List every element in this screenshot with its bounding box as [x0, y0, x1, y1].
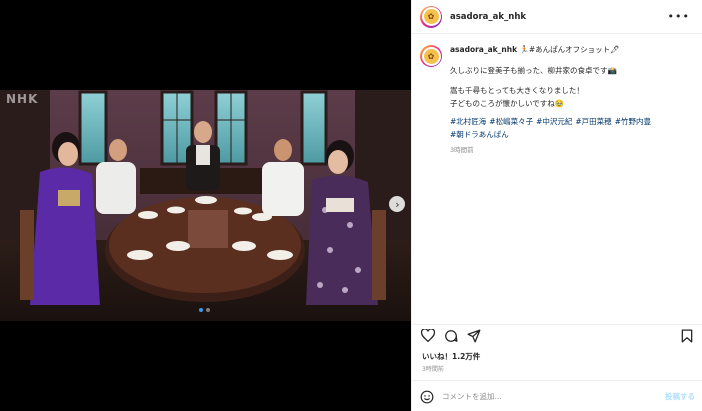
chevron-right-icon: ›	[395, 197, 400, 211]
caption-line: 嵩も千尋もとっても大きくなりました！	[450, 86, 584, 95]
bookmark-icon[interactable]	[679, 328, 695, 344]
like-count[interactable]: いいね！1.2万件	[422, 351, 480, 362]
heart-icon[interactable]	[420, 328, 436, 344]
post-timestamp[interactable]: 3時間前	[422, 364, 444, 373]
post-comment-button[interactable]: 投稿する	[665, 391, 695, 402]
caption-time[interactable]: 3時間前	[450, 144, 692, 157]
comment-input[interactable]	[442, 391, 665, 401]
comment-bar: 投稿する	[412, 380, 702, 411]
dining-photo-illustration	[0, 90, 411, 321]
caption-line: 久しぶりに登美子も揃った、柳井家の食卓です📸	[450, 65, 617, 75]
carousel-next-button[interactable]: ›	[389, 196, 405, 212]
caption-line: 子どものころが懐かしいですね🥹	[450, 98, 565, 108]
caption-avatar[interactable]: ✿	[420, 45, 442, 67]
more-horizontal-icon[interactable]: •••	[668, 10, 690, 23]
caption-body: asadora_ak_nhk 🏃#あんぱんオフショット🖊 久しぶりに登美子も揃っ…	[450, 44, 692, 157]
comment-icon[interactable]	[443, 328, 459, 344]
carousel-dot-active	[199, 308, 203, 312]
caption-username[interactable]: asadora_ak_nhk	[450, 45, 517, 54]
hashtag-link[interactable]: #中沢元紀	[536, 117, 572, 126]
emoji-icon[interactable]	[420, 389, 434, 404]
post-photo[interactable]: NHK ›	[0, 90, 411, 321]
hashtag-link[interactable]: #戸田菜穂	[575, 117, 611, 126]
post-media: NHK ›	[0, 0, 411, 411]
hashtag-link[interactable]: #竹野内豊	[615, 117, 651, 126]
send-icon[interactable]	[466, 328, 482, 344]
post-header: ✿ asadora_ak_nhk •••	[412, 0, 702, 34]
avatar[interactable]: ✿	[420, 5, 442, 28]
hashtag-list: #北村匠海 #松嶋菜々子 #中沢元紀 #戸田菜穂 #竹野内豊 #朝ドラあんぱん	[450, 116, 692, 141]
action-bar	[412, 324, 702, 346]
hashtag-link[interactable]: #北村匠海	[450, 117, 486, 126]
post-username[interactable]: asadora_ak_nhk	[450, 12, 668, 22]
post-caption: ✿ asadora_ak_nhk 🏃#あんぱんオフショット🖊 久しぶりに登美子も…	[412, 34, 702, 157]
caption-first-line: 🏃#あんぱんオフショット🖊	[519, 45, 620, 54]
hashtag-link[interactable]: #朝ドラあんぱん	[450, 130, 509, 139]
nhk-watermark: NHK	[6, 92, 39, 106]
carousel-dot	[206, 308, 210, 312]
profile-image: ✿	[423, 9, 439, 24]
carousel-indicator	[199, 308, 210, 312]
post-side-panel: ✿ asadora_ak_nhk ••• ✿ asadora_ak_nhk 🏃#…	[411, 0, 702, 411]
profile-image: ✿	[423, 48, 439, 64]
hashtag-link[interactable]: #松嶋菜々子	[489, 117, 533, 126]
